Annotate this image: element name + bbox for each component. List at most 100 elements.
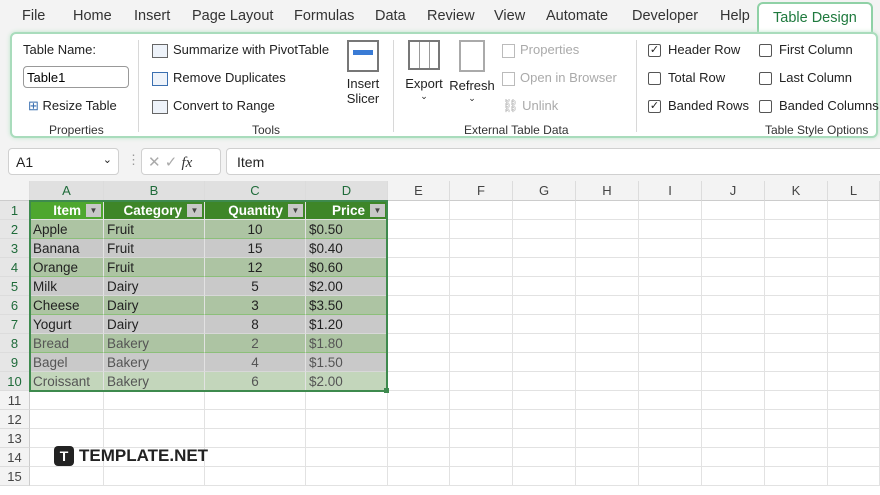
column-header-g[interactable]: G: [513, 181, 576, 201]
column-header-c[interactable]: C: [205, 181, 306, 201]
row-header-1[interactable]: 1: [0, 201, 30, 220]
table-cell[interactable]: 12: [205, 258, 306, 277]
cell[interactable]: [205, 410, 306, 429]
cell[interactable]: [702, 353, 765, 372]
cell[interactable]: [388, 315, 450, 334]
cell[interactable]: [513, 239, 576, 258]
cell[interactable]: [306, 448, 388, 467]
cell[interactable]: [576, 429, 639, 448]
insert-function-button[interactable]: fx: [182, 155, 193, 171]
banded-columns-checkbox[interactable]: Banded Columns: [759, 98, 879, 113]
cell[interactable]: [765, 296, 828, 315]
table-cell[interactable]: Bagel: [30, 353, 104, 372]
table-cell[interactable]: 10: [205, 220, 306, 239]
table-cell[interactable]: Fruit: [104, 258, 205, 277]
table-name-input[interactable]: [23, 66, 129, 88]
cell[interactable]: [765, 277, 828, 296]
table-cell[interactable]: Bread: [30, 334, 104, 353]
cell[interactable]: [513, 353, 576, 372]
table-cell[interactable]: $2.00: [306, 372, 388, 391]
row-header-8[interactable]: 8: [0, 334, 30, 353]
column-header-e[interactable]: E: [388, 181, 450, 201]
cell[interactable]: [450, 334, 513, 353]
tab-file[interactable]: File: [22, 8, 45, 24]
table-cell[interactable]: Yogurt: [30, 315, 104, 334]
cell[interactable]: [702, 372, 765, 391]
cell[interactable]: [450, 258, 513, 277]
header-row-checkbox[interactable]: ✓ Header Row: [648, 42, 740, 57]
cell[interactable]: [702, 429, 765, 448]
cell[interactable]: [765, 372, 828, 391]
cell[interactable]: [576, 467, 639, 486]
cell[interactable]: [513, 258, 576, 277]
cell[interactable]: [702, 410, 765, 429]
cell[interactable]: [388, 429, 450, 448]
cell[interactable]: [639, 391, 702, 410]
cell[interactable]: [639, 315, 702, 334]
cell[interactable]: [765, 201, 828, 220]
cell[interactable]: [388, 448, 450, 467]
table-cell[interactable]: 15: [205, 239, 306, 258]
row-header-6[interactable]: 6: [0, 296, 30, 315]
cell[interactable]: [513, 315, 576, 334]
table-cell[interactable]: Fruit: [104, 220, 205, 239]
cell[interactable]: [576, 296, 639, 315]
cell[interactable]: [702, 391, 765, 410]
cell[interactable]: [306, 467, 388, 486]
cell[interactable]: [765, 315, 828, 334]
cell[interactable]: [450, 201, 513, 220]
cell[interactable]: [576, 201, 639, 220]
table-cell[interactable]: Bakery: [104, 372, 205, 391]
cancel-icon[interactable]: ✕: [148, 154, 165, 171]
row-header-11[interactable]: 11: [0, 391, 30, 410]
cell[interactable]: [513, 391, 576, 410]
table-cell[interactable]: Bakery: [104, 334, 205, 353]
filter-dropdown-icon[interactable]: ▼: [187, 204, 202, 217]
tab-view[interactable]: View: [494, 8, 525, 24]
unlink-button[interactable]: ⛓ Unlink: [502, 98, 558, 114]
cell[interactable]: [576, 258, 639, 277]
insert-slicer-button[interactable]: Insert Slicer: [345, 40, 381, 106]
cell[interactable]: [388, 220, 450, 239]
cell[interactable]: [388, 467, 450, 486]
table-cell[interactable]: $1.80: [306, 334, 388, 353]
column-header-k[interactable]: K: [765, 181, 828, 201]
cell[interactable]: [828, 429, 880, 448]
formula-input[interactable]: Item: [226, 148, 880, 175]
cell[interactable]: [639, 220, 702, 239]
cell[interactable]: [702, 334, 765, 353]
fill-handle[interactable]: [384, 388, 389, 393]
cell[interactable]: [513, 220, 576, 239]
column-header-j[interactable]: J: [702, 181, 765, 201]
cell[interactable]: [828, 391, 880, 410]
cell[interactable]: [639, 467, 702, 486]
cell[interactable]: [702, 239, 765, 258]
cell[interactable]: [450, 353, 513, 372]
table-cell[interactable]: Orange: [30, 258, 104, 277]
cell[interactable]: [450, 410, 513, 429]
filter-dropdown-icon[interactable]: ▼: [370, 204, 385, 217]
cell[interactable]: [828, 201, 880, 220]
cell[interactable]: [702, 220, 765, 239]
cell[interactable]: [388, 391, 450, 410]
cell[interactable]: [639, 296, 702, 315]
row-header-4[interactable]: 4: [0, 258, 30, 277]
cell[interactable]: [306, 391, 388, 410]
cell[interactable]: [639, 239, 702, 258]
cell[interactable]: [513, 372, 576, 391]
row-header-5[interactable]: 5: [0, 277, 30, 296]
cell[interactable]: [205, 467, 306, 486]
last-column-checkbox[interactable]: Last Column: [759, 70, 852, 85]
cell[interactable]: [576, 353, 639, 372]
cell[interactable]: [513, 201, 576, 220]
cell[interactable]: [513, 277, 576, 296]
row-header-3[interactable]: 3: [0, 239, 30, 258]
convert-to-range-button[interactable]: Convert to Range: [152, 98, 275, 114]
cell[interactable]: [576, 372, 639, 391]
column-header-l[interactable]: L: [828, 181, 880, 201]
cell[interactable]: [576, 277, 639, 296]
row-header-7[interactable]: 7: [0, 315, 30, 334]
table-cell[interactable]: $2.00: [306, 277, 388, 296]
cell[interactable]: [639, 334, 702, 353]
table-cell[interactable]: Banana: [30, 239, 104, 258]
